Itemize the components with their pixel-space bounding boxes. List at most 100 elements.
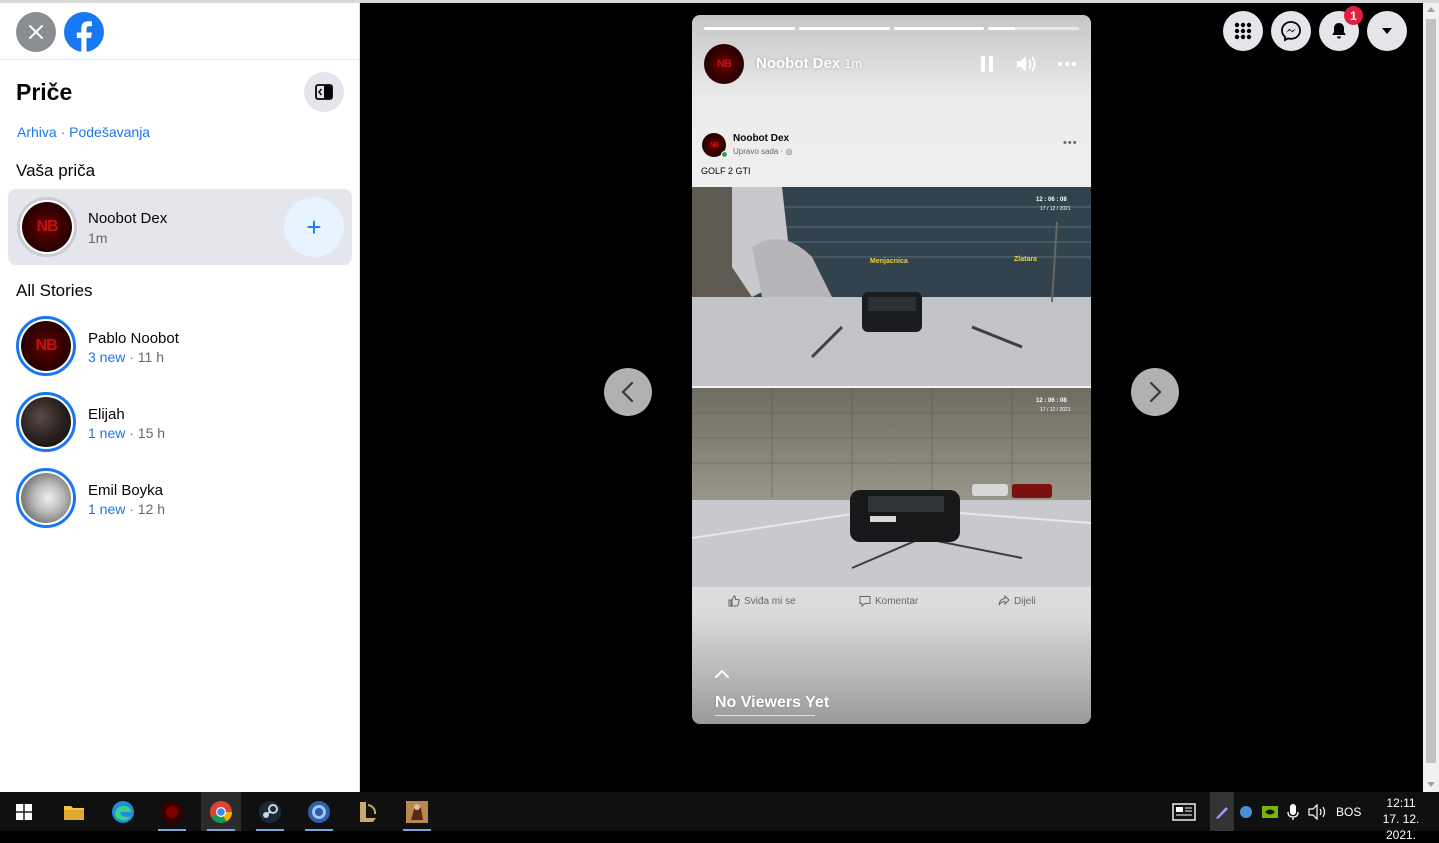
nb-logo-icon: NB xyxy=(36,218,58,235)
story-author[interactable]: Noobot Dex 1m xyxy=(756,55,862,72)
like-action: Sviđa mi se xyxy=(728,595,796,607)
pen-icon xyxy=(1216,806,1228,819)
start-button[interactable] xyxy=(4,792,44,831)
notification-badge: 1 xyxy=(1344,6,1363,25)
page-title: Priče xyxy=(16,79,73,105)
more-options-button[interactable] xyxy=(1055,52,1079,76)
caret-down-icon xyxy=(1382,28,1392,34)
account-button[interactable] xyxy=(1367,11,1407,51)
scroll-down-arrow-icon[interactable] xyxy=(1427,782,1435,787)
no-viewers-underline xyxy=(715,715,815,716)
your-story-card[interactable]: NB Noobot Dex 1m + xyxy=(8,189,352,265)
story-author-avatar[interactable]: NB xyxy=(704,44,744,84)
avatar xyxy=(16,468,76,528)
taskbar-clock[interactable]: 12:11 17. 12. 2021. xyxy=(1366,795,1436,843)
next-story-button[interactable] xyxy=(1131,368,1179,416)
windows-logo-icon xyxy=(16,803,32,820)
collapse-panel-button[interactable] xyxy=(304,72,344,112)
settings-link[interactable]: Podešavanja xyxy=(69,124,150,140)
nb-logo-icon: NB xyxy=(709,141,719,149)
post-text: GOLF 2 GTI xyxy=(701,166,751,176)
chevron-up-icon[interactable] xyxy=(715,669,729,678)
thumbs-up-icon xyxy=(728,595,740,607)
comment-action: Komentar xyxy=(859,595,918,607)
tray-microphone[interactable] xyxy=(1287,792,1299,831)
share-action: Dijeli xyxy=(998,595,1036,607)
sign-zlatara: Zlatara xyxy=(1014,256,1037,263)
nb-logo-icon: NB xyxy=(717,58,732,70)
progress-fill xyxy=(894,27,984,30)
previous-story-button[interactable] xyxy=(604,368,652,416)
taskbar-league[interactable] xyxy=(348,792,388,831)
nb-logo-icon: NB xyxy=(35,337,57,354)
story-time: · 12 h xyxy=(129,501,166,517)
scrollbar[interactable] xyxy=(1423,3,1439,792)
post-actions: Sviđa mi se Komentar Dijeli xyxy=(692,591,1091,613)
hud-date: 17 / 12 / 2021 xyxy=(1040,206,1071,212)
tray-app[interactable] xyxy=(1239,792,1253,831)
chevron-left-icon xyxy=(621,381,634,403)
sidebar-links: Arhiva · Podešavanja xyxy=(17,124,150,140)
menu-grid-icon xyxy=(1234,22,1252,40)
scroll-thumb[interactable] xyxy=(1426,19,1436,763)
story-name: Pablo Noobot xyxy=(88,330,179,347)
taskbar-chrome[interactable] xyxy=(201,792,241,831)
volume-button[interactable] xyxy=(1015,52,1039,76)
progress-bar xyxy=(704,27,795,30)
new-count: 1 new xyxy=(88,501,126,517)
share-icon xyxy=(998,595,1010,606)
facebook-logo[interactable] xyxy=(64,12,104,52)
chrome-icon xyxy=(210,800,232,823)
taskbar-edge[interactable] xyxy=(103,792,143,831)
new-count: 3 new xyxy=(88,349,126,365)
clock-date: 17. 12. 2021. xyxy=(1382,812,1420,842)
game-app-icon xyxy=(406,800,428,823)
your-story-time: 1m xyxy=(88,230,108,246)
game-scene-1 xyxy=(692,187,1091,386)
nb-app-icon xyxy=(161,800,183,823)
story-viewer[interactable]: NB Noobot Dex 1m NB Noobot Dex Upravo sad… xyxy=(692,15,1091,724)
tray-language[interactable]: BOS xyxy=(1336,792,1361,831)
speaker-icon xyxy=(1308,803,1326,820)
tray-volume[interactable] xyxy=(1308,792,1328,831)
post-time: Upravo sada · xyxy=(733,147,786,156)
menu-button[interactable] xyxy=(1223,11,1263,51)
facebook-f-icon xyxy=(76,21,92,52)
taskbar-file-explorer[interactable] xyxy=(54,792,94,831)
story-author-name: Noobot Dex xyxy=(756,55,841,72)
progress-fill xyxy=(704,27,795,30)
no-viewers-label[interactable]: No Viewers Yet xyxy=(715,694,829,712)
add-story-button[interactable]: + xyxy=(284,197,344,257)
taskbar-steam[interactable] xyxy=(250,792,290,831)
story-meta: 3 new · 11 h xyxy=(88,349,164,365)
taskbar-game[interactable] xyxy=(397,792,437,831)
taskbar-app-nb[interactable] xyxy=(152,792,192,831)
story-meta: 1 new · 12 h xyxy=(88,501,165,517)
tray-pen[interactable] xyxy=(1210,792,1234,831)
nvidia-icon xyxy=(1262,805,1278,818)
pause-icon xyxy=(981,56,993,72)
stories-sidebar: Priče Arhiva · Podešavanja Vaša priča NB… xyxy=(0,3,360,792)
close-button[interactable] xyxy=(16,12,56,52)
avatar-image: NB xyxy=(22,202,72,252)
hud-date: 17 / 12 / 2021 xyxy=(1040,407,1071,413)
tray-news[interactable] xyxy=(1172,792,1196,831)
post-more-icon: ••• xyxy=(1063,137,1078,149)
messenger-button[interactable] xyxy=(1271,11,1311,51)
your-story-name: Noobot Dex xyxy=(88,210,168,227)
avatar-image xyxy=(21,473,71,523)
share-label: Dijeli xyxy=(1014,595,1036,607)
story-time: · 15 h xyxy=(129,425,166,441)
scroll-up-arrow-icon[interactable] xyxy=(1427,7,1435,12)
windows-taskbar: BOS 12:11 17. 12. 2021. xyxy=(0,792,1439,842)
app-tray-icon xyxy=(1240,805,1252,818)
comment-icon xyxy=(859,596,871,607)
pause-button[interactable] xyxy=(975,52,999,76)
hud-time: 12 : 06 : 08 xyxy=(1036,398,1067,404)
tray-nvidia[interactable] xyxy=(1262,792,1278,831)
archive-link[interactable]: Arhiva xyxy=(17,124,57,140)
taskbar-app-blue[interactable] xyxy=(299,792,339,831)
like-label: Sviđa mi se xyxy=(744,595,796,607)
progress-bar xyxy=(988,27,1079,30)
progress-bar xyxy=(799,27,890,30)
